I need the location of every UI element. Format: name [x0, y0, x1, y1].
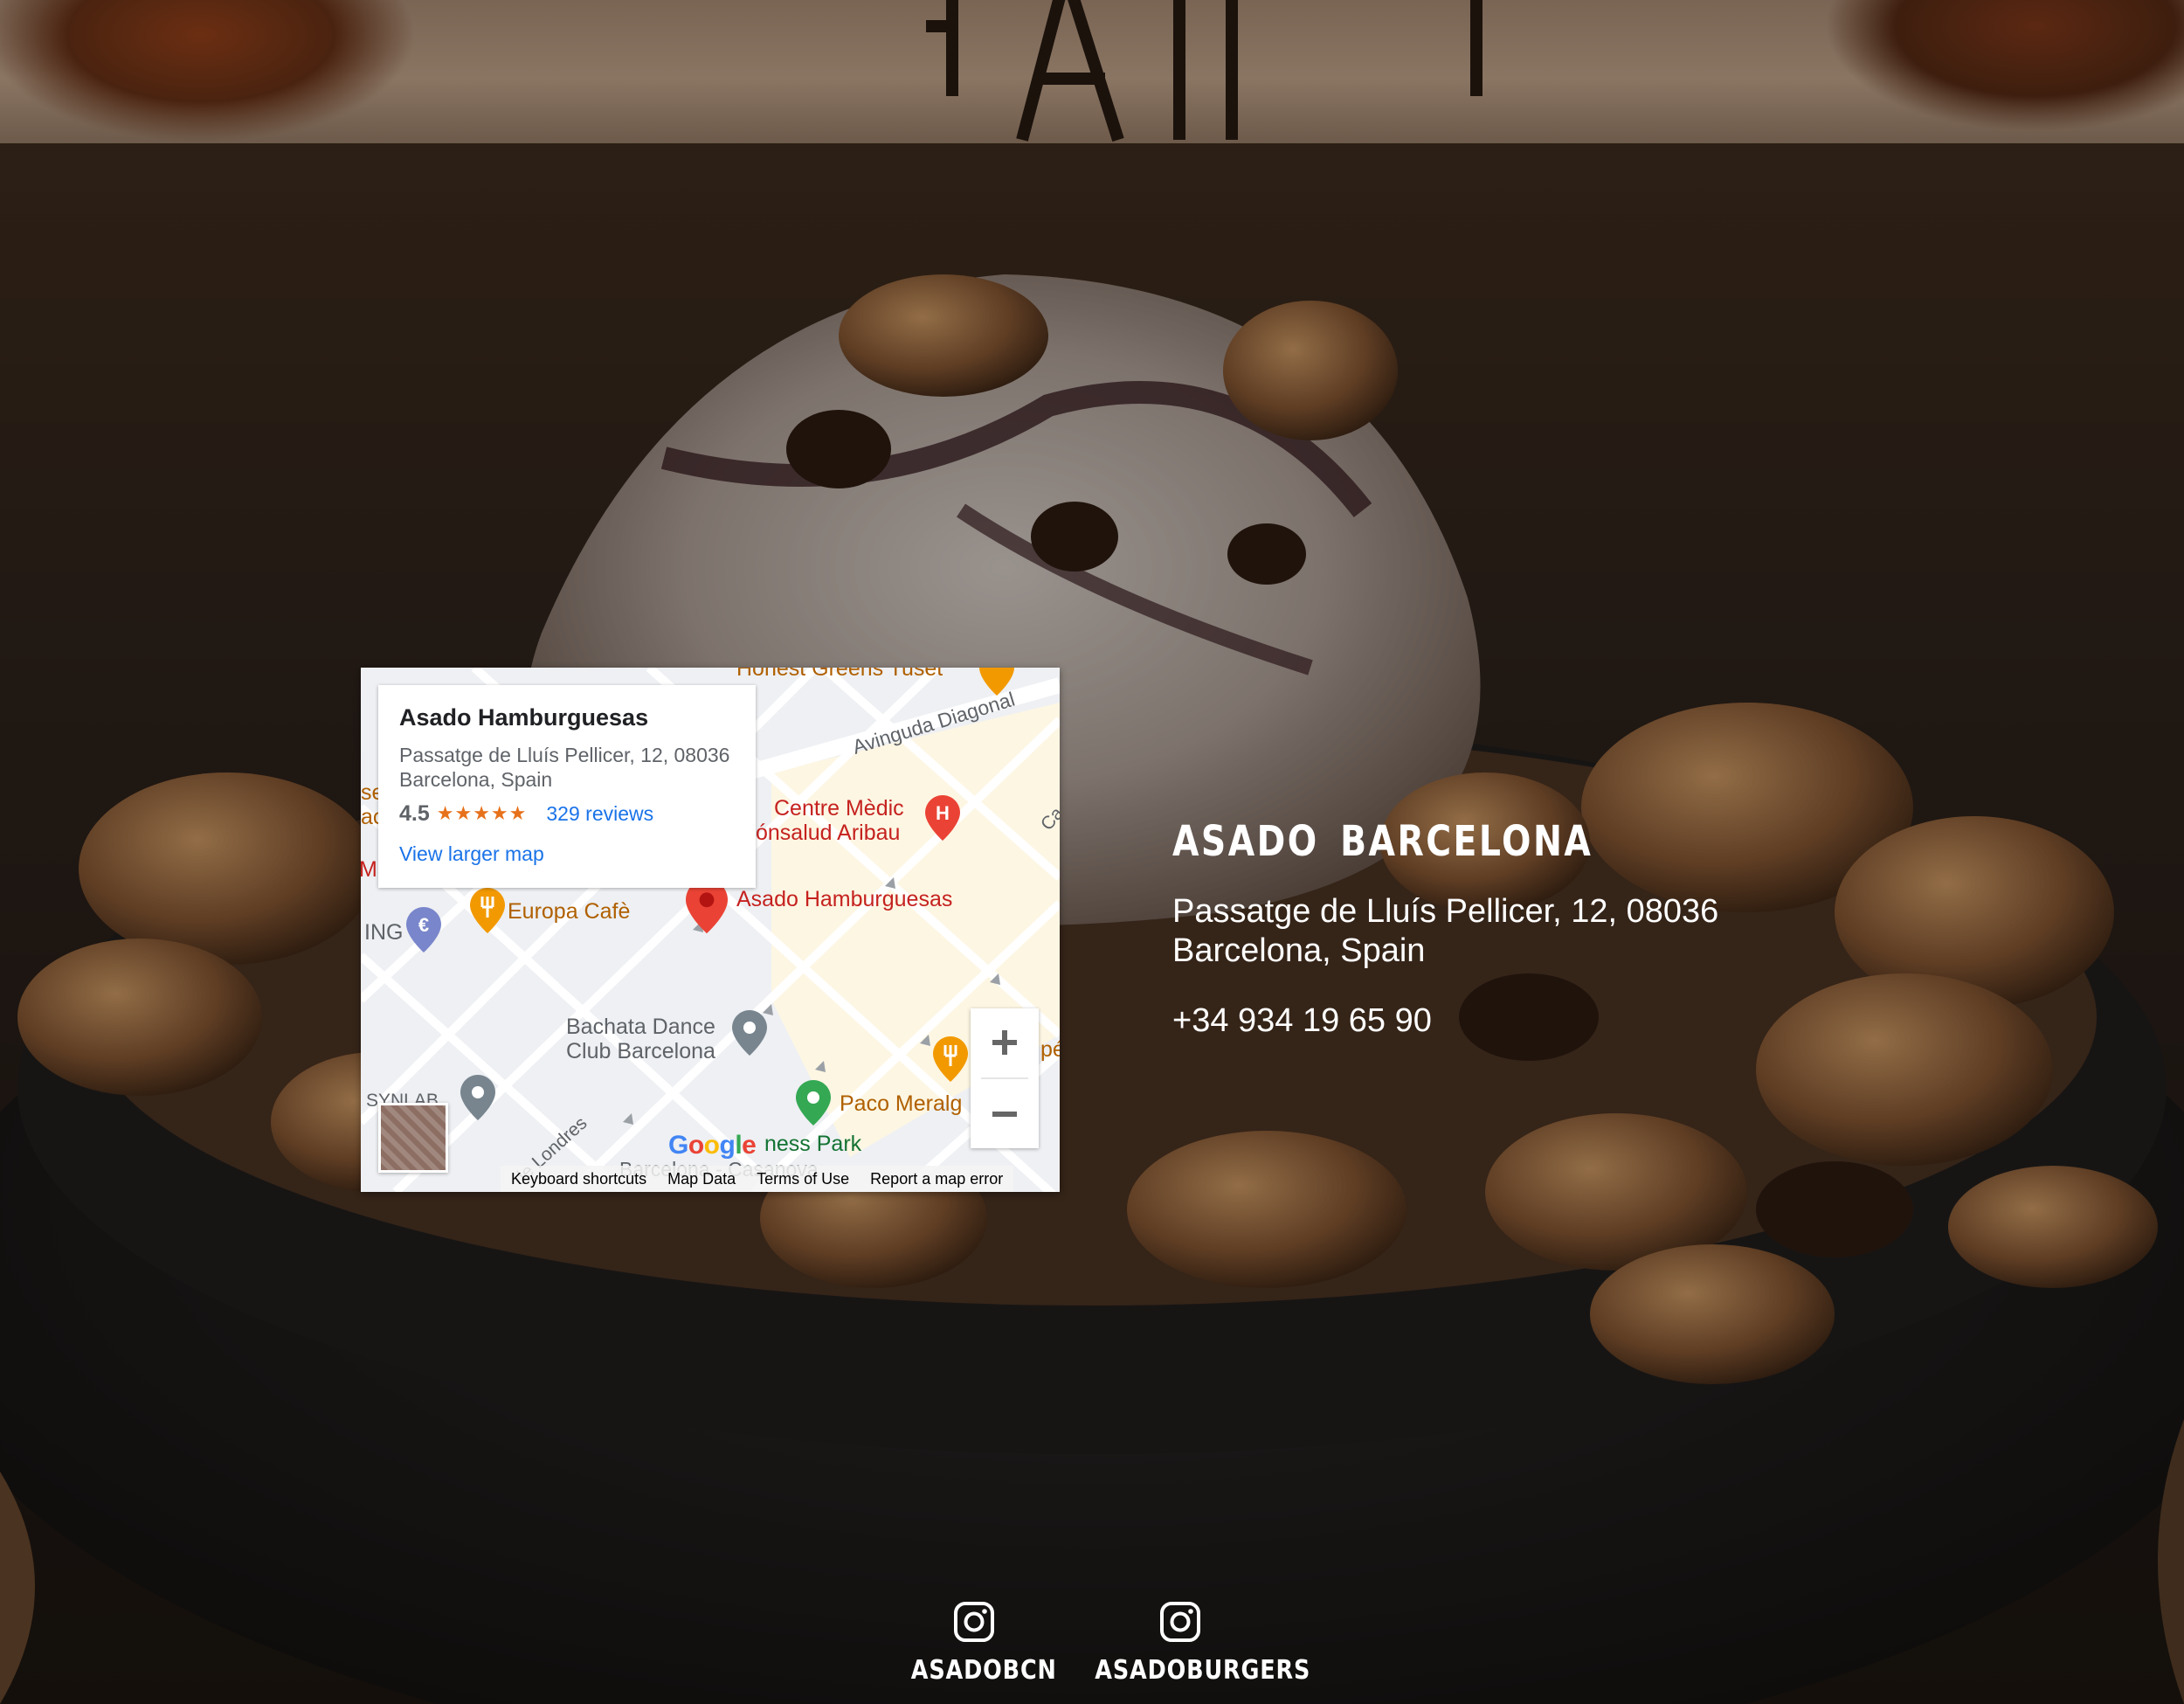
place-pin-icon[interactable] — [732, 1010, 767, 1056]
rating-row: 4.5 ★★★★★ 329 reviews — [399, 800, 653, 827]
restaurant-pin-icon[interactable] — [470, 888, 505, 933]
zoom-controls — [971, 1008, 1039, 1148]
instagram-icon — [954, 1602, 994, 1642]
poi-label-fonsalud[interactable]: ónsalud Aribau — [756, 821, 900, 846]
rating-value: 4.5 — [399, 800, 430, 826]
poi-label-business-park[interactable]: ness Park — [764, 1132, 861, 1157]
poi-label-ing[interactable]: ING — [364, 920, 403, 946]
social-link-asadobcn[interactable]: ASADOBCN — [900, 1601, 1057, 1686]
poi-label-bachata-1[interactable]: Bachata Dance — [566, 1015, 715, 1040]
place-info-card: Asado Hamburguesas Passatge de Lluís Pel… — [378, 685, 756, 888]
location-info: ASADO BARCELONA Passatge de Lluís Pellic… — [1172, 817, 1871, 1040]
burlap-sack-lettering — [926, 0, 1482, 142]
location-address: Passatge de Lluís Pellicer, 12, 08036 Ba… — [1172, 893, 1719, 969]
location-title: ASADO BARCELONA — [1172, 817, 1593, 866]
bank-pin-icon[interactable]: € — [406, 907, 441, 952]
park-pin-icon[interactable] — [796, 1080, 831, 1126]
location-phone[interactable]: +34 934 19 65 90 — [1172, 1002, 1871, 1040]
report-map-error-link[interactable]: Report a map error — [860, 1170, 1013, 1188]
top-background-photo — [0, 0, 2184, 143]
zoom-separator — [981, 1077, 1028, 1079]
place-pin-icon[interactable] — [460, 1075, 495, 1120]
map-footer: Keyboard shortcuts Map Data Terms of Use… — [501, 1166, 1014, 1192]
poi-label-centre-medic[interactable]: Centre Mèdic — [774, 796, 904, 821]
terms-of-use-link[interactable]: Terms of Use — [746, 1170, 860, 1188]
restaurant-pin-icon[interactable] — [933, 1036, 968, 1082]
social-link-asadoburgers[interactable]: ASADOBURGERS — [1080, 1601, 1311, 1686]
google-map-embed[interactable]: H € Honest Greens Tuset Avinguda Diagona… — [361, 668, 1060, 1192]
zoom-in-button[interactable] — [971, 1008, 1039, 1077]
reviews-link[interactable]: 329 reviews — [546, 802, 653, 826]
place-name: Asado Hamburguesas — [399, 704, 649, 731]
satellite-layer-toggle[interactable] — [378, 1103, 448, 1173]
poi-label-bachata-2[interactable]: Club Barcelona — [566, 1039, 715, 1064]
google-logo: Google — [668, 1131, 757, 1160]
poi-label-asado[interactable]: Asado Hamburguesas — [736, 887, 952, 912]
social-label: ASADOBCN — [910, 1655, 1057, 1686]
poi-label-europa-cafe[interactable]: Europa Cafè — [508, 899, 630, 925]
hospital-pin-icon[interactable]: H — [925, 795, 960, 841]
instagram-icon — [1160, 1602, 1200, 1642]
keyboard-shortcuts-link[interactable]: Keyboard shortcuts — [501, 1170, 657, 1188]
social-label: ASADOBURGERS — [1095, 1655, 1311, 1686]
svg-text:H: H — [936, 802, 950, 824]
poi-label[interactable]: Honest Greens Tuset — [736, 668, 943, 682]
map-data-link[interactable]: Map Data — [657, 1170, 746, 1188]
svg-text:€: € — [418, 914, 429, 936]
zoom-out-button[interactable] — [971, 1080, 1039, 1148]
place-address: Passatge de Lluís Pellicer, 12, 08036 Ba… — [399, 744, 730, 791]
view-larger-map-link[interactable]: View larger map — [399, 842, 544, 866]
poi-label-paco-meralgo[interactable]: Paco Meralg — [840, 1091, 962, 1117]
poi-label-truncated[interactable]: pé — [1040, 1037, 1060, 1063]
star-rating-icon: ★★★★★ — [436, 802, 528, 824]
